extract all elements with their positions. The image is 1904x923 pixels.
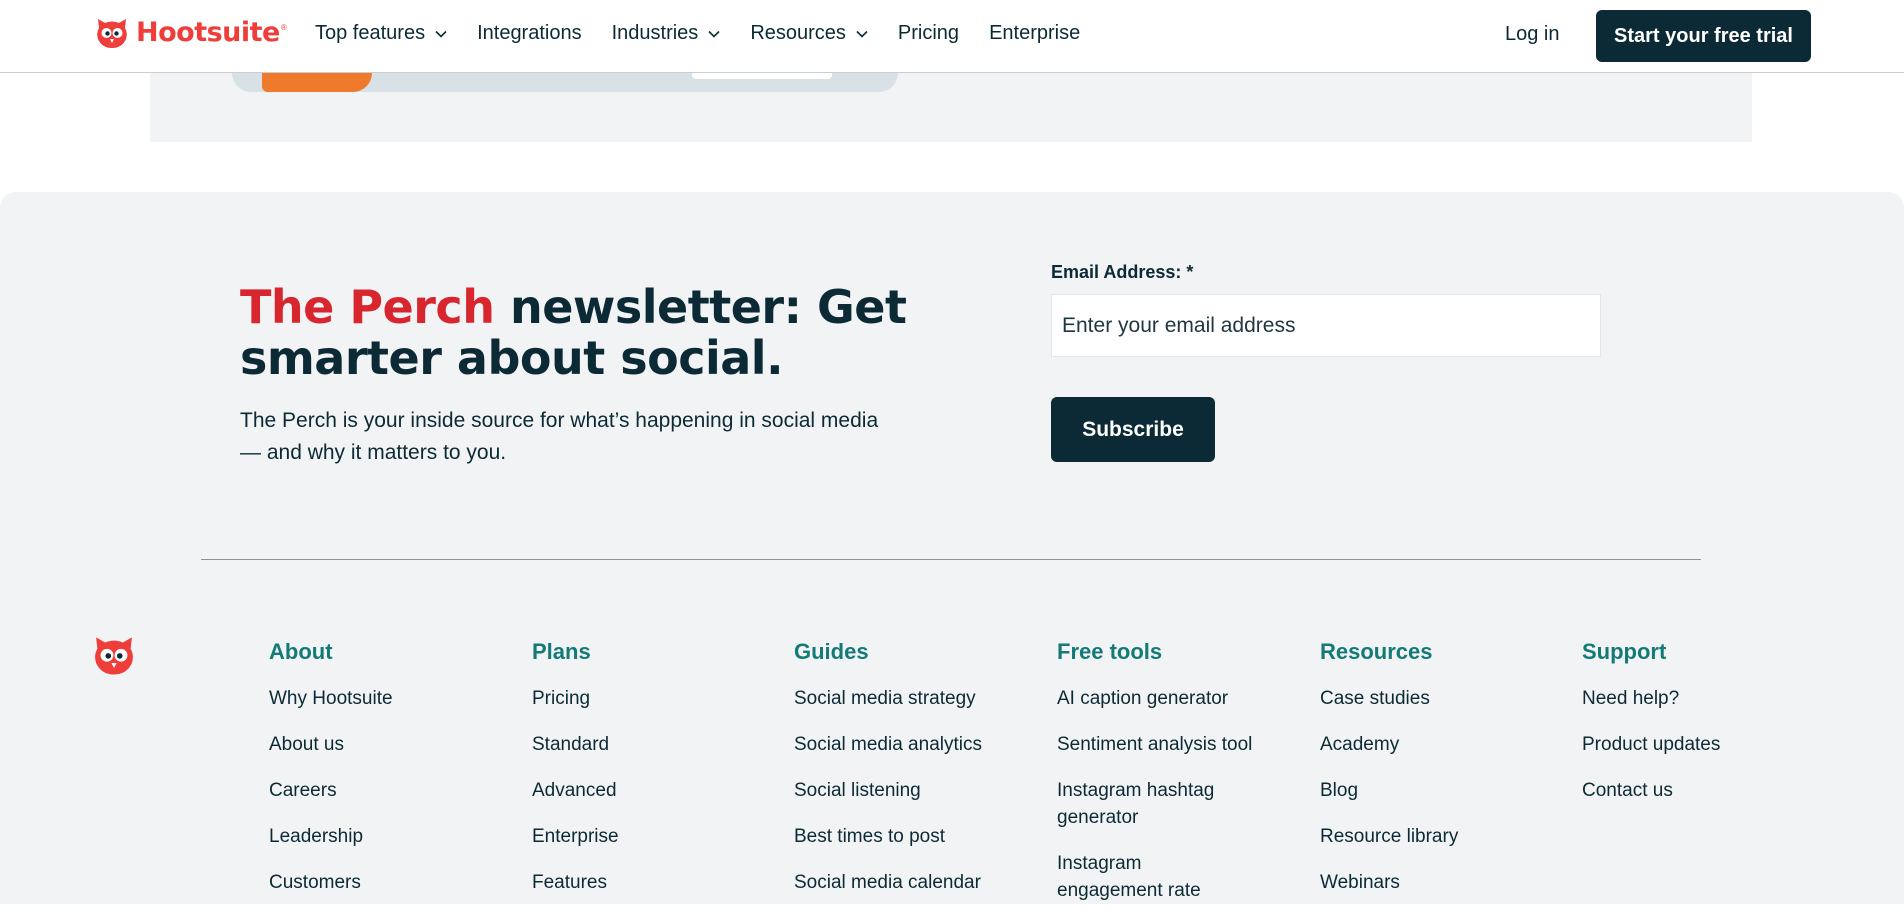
nav-label: Enterprise — [989, 22, 1081, 44]
footer-link[interactable]: Instagram hashtag generator — [1057, 777, 1237, 831]
footer-link[interactable]: Contact us — [1582, 777, 1822, 804]
chevron-down-icon — [708, 30, 720, 38]
footer-link[interactable]: Best times to post — [794, 823, 1034, 850]
footer-link[interactable]: Sentiment analysis tool — [1057, 731, 1272, 758]
footer-link[interactable]: Blog — [1320, 777, 1560, 804]
footer-col-heading: Free tools — [1057, 639, 1163, 664]
footer-link[interactable]: Customers — [269, 869, 509, 896]
newsletter-title: The Perch newsletter: Get smarter about … — [240, 282, 920, 384]
footer-col-heading: Plans — [532, 639, 591, 664]
footer-link[interactable]: AI caption generator — [1057, 685, 1272, 712]
nav-label: Industries — [611, 22, 699, 44]
nav-label: Pricing — [897, 22, 960, 44]
newsletter-section: The Perch newsletter: Get smarter about … — [0, 192, 1904, 559]
footer-link[interactable]: Features — [532, 869, 772, 896]
footer-link[interactable]: Advanced — [532, 777, 772, 804]
subscribe-button[interactable]: Subscribe — [1051, 397, 1215, 462]
image-white-bar — [692, 73, 832, 79]
footer-link[interactable]: Leadership — [269, 823, 509, 850]
newsletter-title-accent: The Perch — [240, 280, 495, 334]
footer-col-about: About Why Hootsuite About us Careers Lea… — [269, 639, 509, 915]
footer-link[interactable]: Social media strategy — [794, 685, 1034, 712]
footer-link[interactable]: Product updates — [1582, 731, 1822, 758]
chevron-down-icon — [435, 30, 447, 38]
footer-link[interactable]: Webinars — [1320, 869, 1560, 896]
footer-link[interactable]: Instagram engagement rate — [1057, 850, 1247, 904]
hero-image-remnant — [232, 73, 898, 92]
start-free-trial-button[interactable]: Start your free trial — [1596, 10, 1811, 62]
newsletter-description: The Perch is your inside source for what… — [240, 409, 879, 464]
footer-col-heading: About — [269, 639, 333, 664]
footer-col-plans: Plans Pricing Standard Advanced Enterpri… — [532, 639, 772, 915]
main-nav: Top features Integrations Industries Res… — [315, 22, 1110, 45]
footer-owl-icon[interactable] — [91, 631, 137, 677]
email-field[interactable] — [1051, 294, 1601, 357]
logo-wordmark: Hootsuite — [136, 16, 280, 48]
chevron-down-icon — [856, 30, 868, 38]
footer-col-resources: Resources Case studies Academy Blog Reso… — [1320, 639, 1560, 915]
footer-link[interactable]: About us — [269, 731, 509, 758]
footer-divider — [201, 559, 1701, 560]
footer-col-heading: Resources — [1320, 639, 1433, 664]
footer-col-heading: Guides — [794, 639, 869, 664]
nav-label: Top features — [315, 22, 426, 44]
footer-col-free-tools: Free tools AI caption generator Sentimen… — [1057, 639, 1272, 923]
footer-link[interactable]: Academy — [1320, 731, 1560, 758]
nav-pricing[interactable]: Pricing — [898, 22, 959, 45]
email-label: Email Address: * — [1051, 262, 1194, 282]
hootsuite-owl-logo-icon — [97, 19, 127, 48]
footer-link[interactable]: Standard — [532, 731, 772, 758]
nav-enterprise[interactable]: Enterprise — [989, 22, 1080, 45]
footer-col-support: Support Need help? Product updates Conta… — [1582, 639, 1822, 823]
footer-link[interactable]: Pricing — [532, 685, 772, 712]
hootsuite-logo[interactable]: Hootsuite ® — [94, 14, 287, 50]
footer-link[interactable]: Careers — [269, 777, 509, 804]
nav-resources[interactable]: Resources — [750, 22, 868, 45]
footer-link[interactable]: Social media analytics — [794, 731, 1034, 758]
footer-link[interactable]: Case studies — [1320, 685, 1560, 712]
footer-link[interactable]: Enterprise — [532, 823, 772, 850]
image-orange-shape — [262, 73, 372, 92]
footer-link[interactable]: Social media calendar — [794, 869, 1034, 896]
nav-integrations[interactable]: Integrations — [477, 22, 582, 45]
nav-label: Integrations — [477, 22, 582, 44]
site-footer: About Why Hootsuite About us Careers Lea… — [0, 559, 1904, 904]
nav-top-features[interactable]: Top features — [315, 22, 447, 45]
nav-industries[interactable]: Industries — [612, 22, 721, 45]
nav-label: Resources — [750, 22, 846, 44]
footer-link[interactable]: Why Hootsuite — [269, 685, 509, 712]
footer-link[interactable]: Resource library — [1320, 823, 1560, 850]
logo-trademark: ® — [280, 22, 287, 32]
site-header: Hootsuite ® Top features Integrations In… — [0, 0, 1904, 73]
footer-link[interactable]: Social listening — [794, 777, 1034, 804]
login-link[interactable]: Log in — [1505, 23, 1560, 46]
footer-col-guides: Guides Social media strategy Social medi… — [794, 639, 1034, 915]
footer-link[interactable]: Need help? — [1582, 685, 1822, 712]
footer-col-heading: Support — [1582, 639, 1667, 664]
